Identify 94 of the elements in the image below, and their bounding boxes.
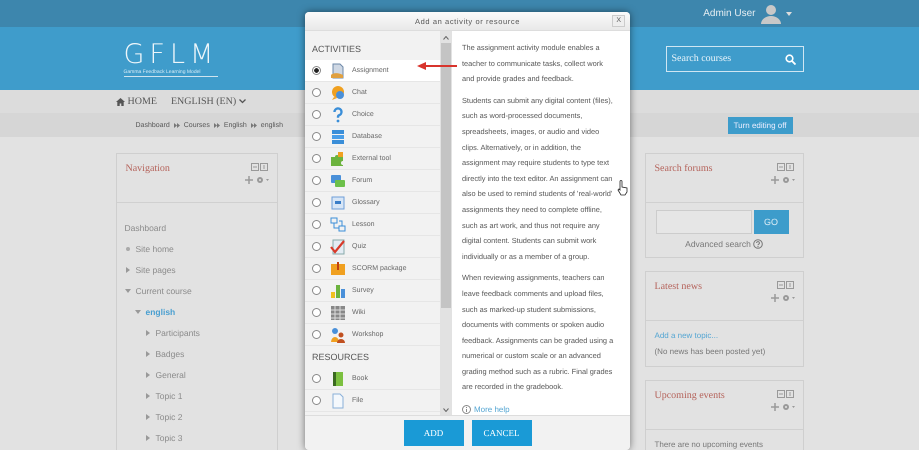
separator-icon <box>174 122 180 128</box>
tree-item[interactable]: Dashboard <box>124 222 166 232</box>
dialog-button[interactable]: CANCEL <box>472 420 532 446</box>
flowchart-icon <box>330 216 346 232</box>
dock-icon[interactable] <box>776 163 794 171</box>
radio-button[interactable] <box>312 308 321 317</box>
search-field[interactable]: Search courses <box>666 46 804 72</box>
help-icon[interactable] <box>752 239 763 249</box>
collapsed-caret-icon[interactable] <box>124 266 130 272</box>
radio-button[interactable] <box>312 286 321 295</box>
no-events-text: There are no upcoming events <box>654 440 764 449</box>
info-icon <box>462 405 471 414</box>
go-button[interactable]: GO <box>754 210 788 234</box>
book-icon <box>330 370 346 386</box>
advanced-search-link[interactable]: Advanced search <box>685 239 751 249</box>
document-icon <box>330 62 346 78</box>
speech-bubble-icon <box>330 84 346 100</box>
puzzle-piece-icon <box>330 150 346 166</box>
avatar-icon[interactable] <box>760 4 782 24</box>
gear-icon[interactable] <box>782 176 794 184</box>
radio-button[interactable] <box>312 154 321 163</box>
radio-button[interactable] <box>312 220 321 229</box>
tree-item[interactable]: Topic 2 <box>156 412 182 422</box>
radio-button[interactable] <box>312 374 321 383</box>
collapsed-caret-icon[interactable] <box>144 392 150 398</box>
expanded-caret-icon[interactable] <box>134 308 140 314</box>
forum-search-field[interactable] <box>656 210 752 234</box>
radio-button[interactable] <box>312 330 321 339</box>
dock-icon[interactable] <box>776 390 794 398</box>
gear-icon[interactable] <box>782 294 794 302</box>
menu-item[interactable]: HOME <box>116 96 157 107</box>
gear-icon[interactable] <box>256 176 268 184</box>
empty-news-text: (No news has been posted yet) <box>654 347 766 356</box>
tree-item[interactable]: Site pages <box>136 264 176 274</box>
block-title: Navigation <box>126 163 170 176</box>
radio-button[interactable] <box>312 88 321 97</box>
bullet-icon <box>124 246 130 252</box>
radio-button[interactable] <box>312 242 321 251</box>
tree-item[interactable]: Current course <box>136 286 192 296</box>
tree-item[interactable]: General <box>156 370 186 380</box>
user-name[interactable]: Admin User <box>703 8 756 19</box>
radio-button[interactable] <box>312 110 321 119</box>
radio-button[interactable] <box>312 264 321 273</box>
radio-button[interactable] <box>312 176 321 185</box>
block-title: Latest news <box>654 281 702 294</box>
checkmark-icon <box>330 238 346 254</box>
scroll-up-icon[interactable] <box>443 36 449 40</box>
dialog-button[interactable]: ADD <box>404 420 464 446</box>
tree-item[interactable]: Topic 3 <box>156 432 182 442</box>
block-title: Search forums <box>654 163 713 176</box>
scrollbar[interactable] <box>440 31 452 415</box>
dock-icon[interactable] <box>250 163 268 171</box>
collapsed-caret-icon[interactable] <box>144 434 150 440</box>
expanded-caret-icon[interactable] <box>124 288 130 294</box>
tree-item[interactable]: Site home <box>136 244 174 254</box>
tree-item[interactable]: Badges <box>156 348 184 358</box>
grid-icon <box>330 304 346 320</box>
separator-icon <box>214 122 220 128</box>
radio-button[interactable] <box>312 132 321 141</box>
help-link[interactable]: More help <box>474 405 510 414</box>
file-icon <box>330 392 346 408</box>
section-heading: RESOURCES <box>311 351 370 364</box>
collapsed-caret-icon[interactable] <box>144 414 150 420</box>
package-icon <box>330 260 346 276</box>
scroll-down-icon[interactable] <box>443 408 449 412</box>
chat-bubbles-icon <box>330 172 346 188</box>
collapsed-caret-icon[interactable] <box>144 350 150 356</box>
move-icon[interactable] <box>244 176 252 184</box>
radio-button[interactable] <box>312 396 321 405</box>
tree-item[interactable]: Participants <box>156 328 200 338</box>
block-title: Upcoming events <box>654 390 725 403</box>
menu-item[interactable]: ENGLISH (EN) <box>170 96 246 107</box>
search-icon[interactable] <box>784 54 796 64</box>
edit-toggle-button[interactable]: Turn editing off <box>728 116 792 134</box>
people-icon <box>330 326 346 342</box>
gear-icon[interactable] <box>782 403 794 411</box>
section-heading: ACTIVITIES <box>311 43 362 56</box>
move-icon[interactable] <box>770 294 778 302</box>
home-icon <box>116 98 124 106</box>
move-icon[interactable] <box>770 176 778 184</box>
database-icon <box>330 128 346 144</box>
separator-icon <box>250 122 257 128</box>
caret-icon[interactable] <box>786 12 792 16</box>
chevron-down-icon <box>239 99 246 104</box>
card-icon <box>330 194 346 210</box>
collapsed-caret-icon[interactable] <box>144 330 150 336</box>
tree-item[interactable]: Topic 1 <box>156 390 182 400</box>
collapsed-caret-icon[interactable] <box>144 372 150 378</box>
bar-chart-icon <box>330 282 346 298</box>
dock-icon[interactable] <box>776 281 794 289</box>
arrow-drawing <box>417 62 457 70</box>
move-icon[interactable] <box>770 403 778 411</box>
radio-button[interactable] <box>312 198 321 207</box>
radio-button[interactable] <box>312 66 321 75</box>
